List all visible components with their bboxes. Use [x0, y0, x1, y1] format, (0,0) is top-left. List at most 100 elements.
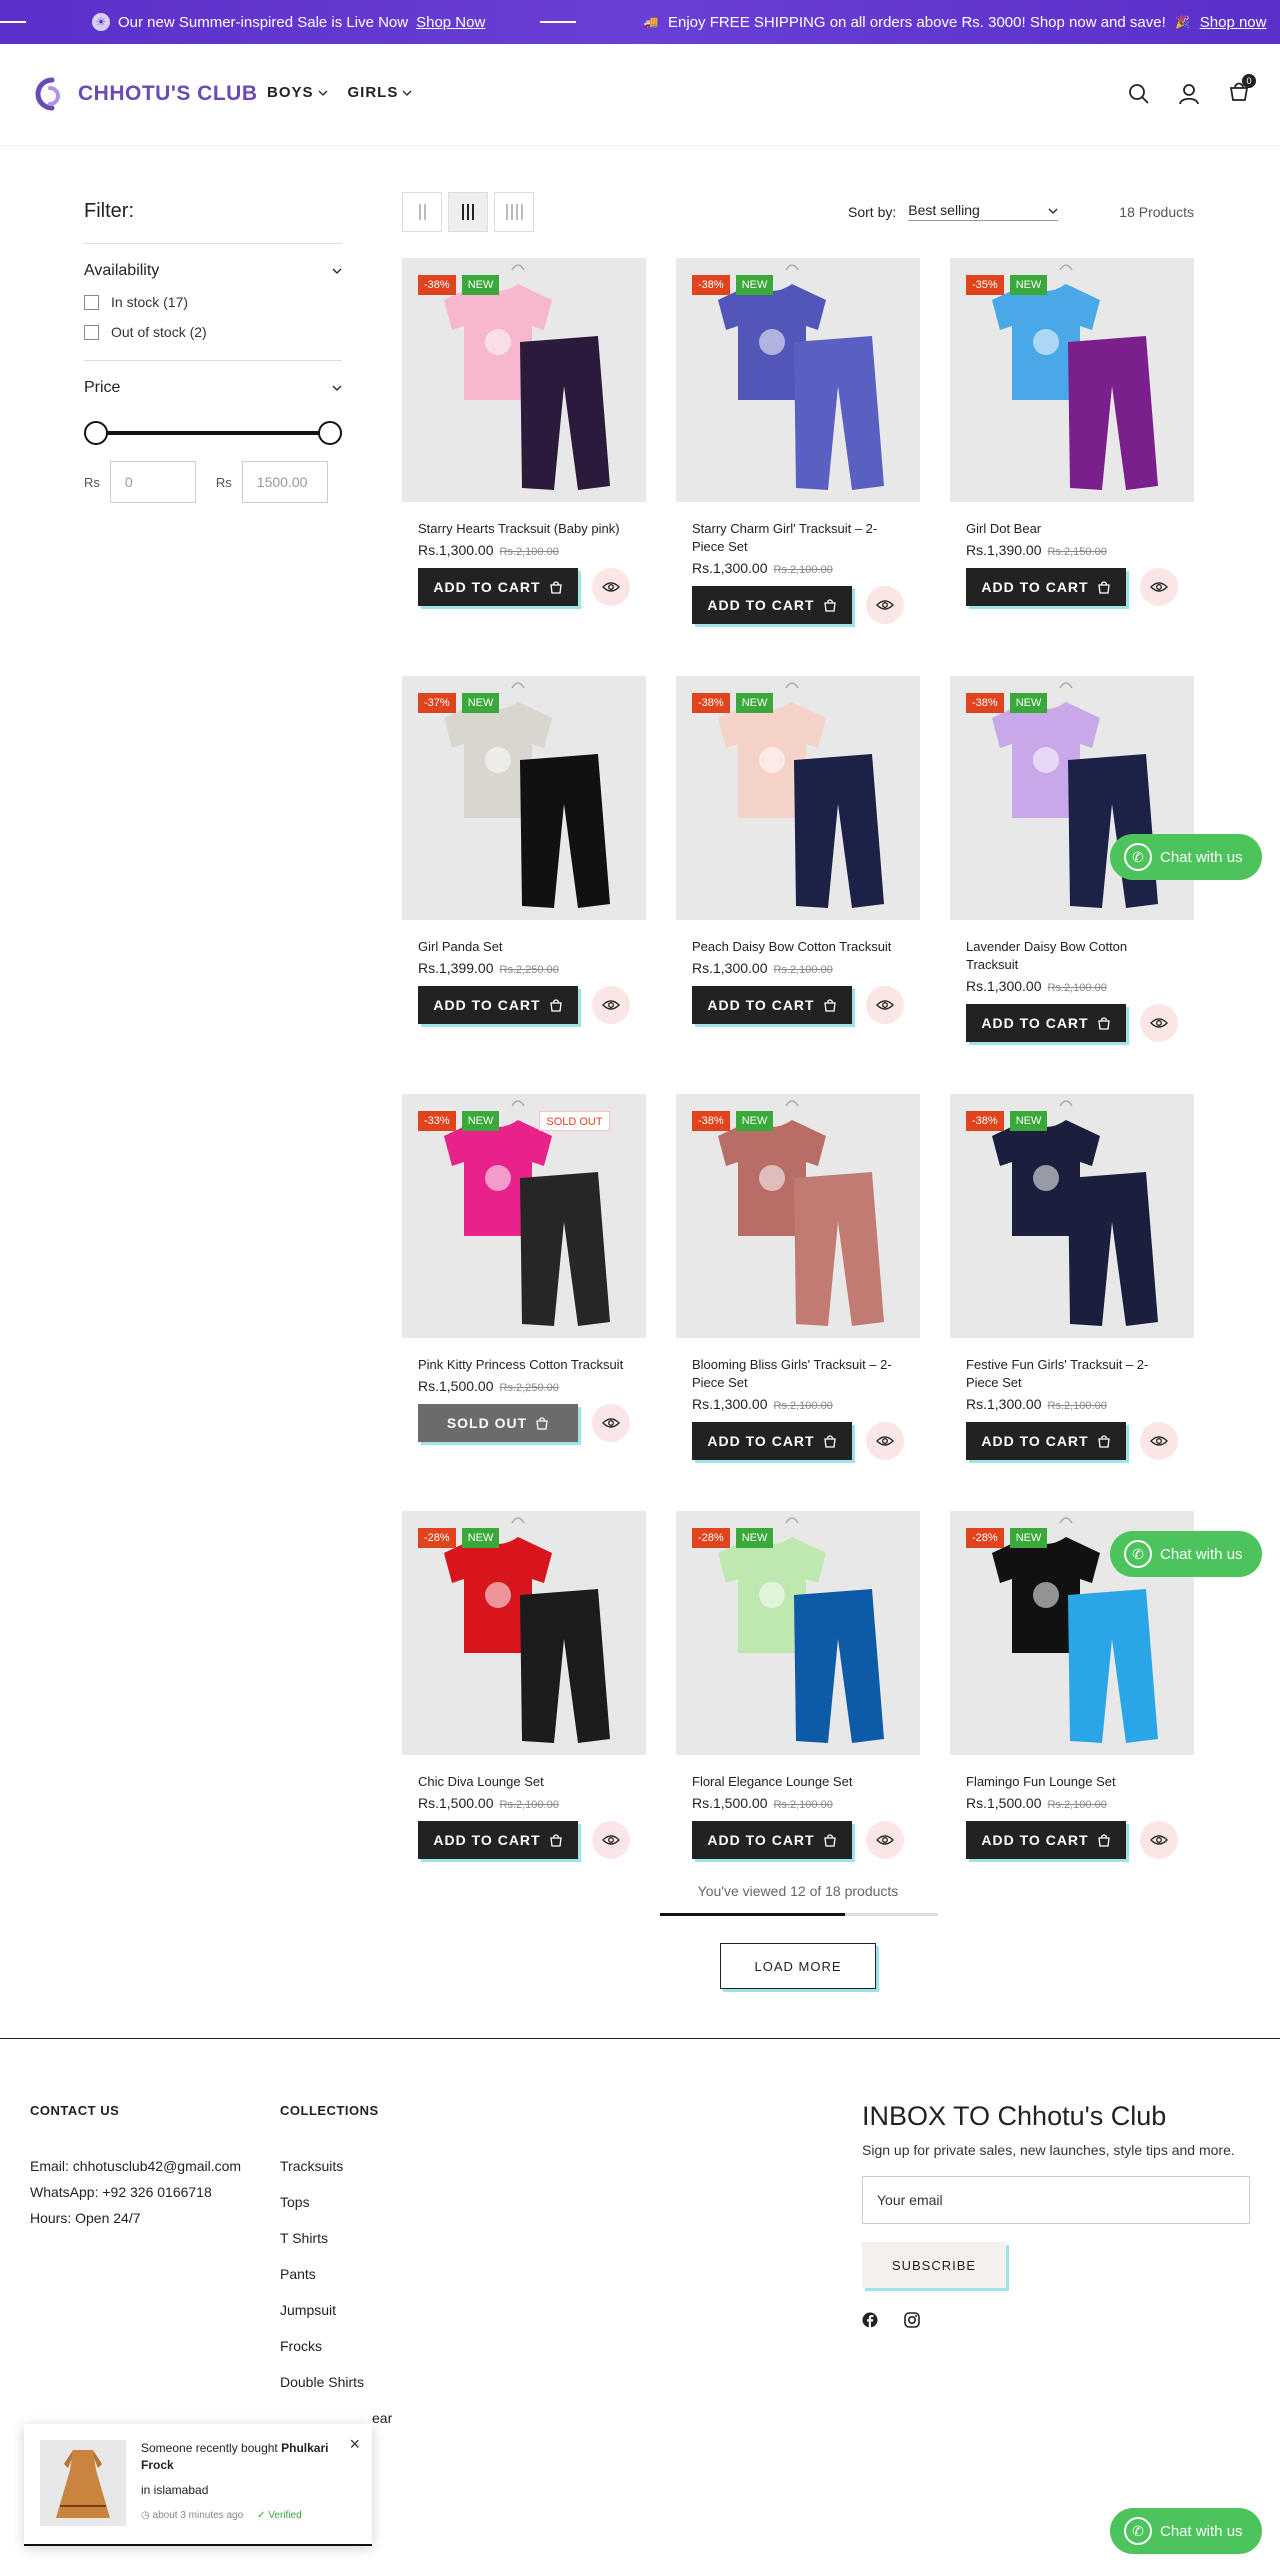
product-title[interactable]: Lavender Daisy Bow Cotton Tracksuit: [950, 938, 1194, 974]
in-stock-checkbox[interactable]: [84, 294, 99, 310]
quick-view-button[interactable]: [1140, 1422, 1178, 1460]
product-card[interactable]: -28% NEW Floral Elegance Lounge Set Rs.1…: [676, 1511, 920, 1859]
product-title[interactable]: Festive Fun Girls' Tracksuit – 2-Piece S…: [950, 1356, 1194, 1392]
view-3-columns-button[interactable]: [448, 192, 488, 232]
add-to-cart-button[interactable]: ADD TO CART: [692, 1821, 852, 1859]
product-image[interactable]: -28% NEW: [676, 1511, 920, 1755]
slider-min-handle[interactable]: [84, 421, 108, 445]
product-card[interactable]: -35% NEW Girl Dot Bear Rs.1,390.00 Rs.2,…: [950, 258, 1194, 606]
product-image[interactable]: -38% NEW: [402, 258, 646, 502]
search-icon[interactable]: [1128, 83, 1150, 105]
product-card[interactable]: -38% NEW Festive Fun Girls' Tracksuit – …: [950, 1094, 1194, 1460]
newsletter-email-input[interactable]: Your email: [862, 2176, 1250, 2224]
out-of-stock-checkbox[interactable]: [84, 324, 99, 340]
quick-view-button[interactable]: [592, 986, 630, 1024]
footer-link-tracksuits[interactable]: Tracksuits: [280, 2158, 392, 2174]
price-range-slider[interactable]: [84, 421, 342, 445]
footer-link-pants[interactable]: Pants: [280, 2266, 392, 2282]
product-title[interactable]: Starry Hearts Tracksuit (Baby pink): [402, 520, 646, 538]
product-title[interactable]: Starry Charm Girl' Tracksuit – 2-Piece S…: [676, 520, 920, 556]
bag-icon: [1097, 1834, 1110, 1847]
add-to-cart-button[interactable]: ADD TO CART: [966, 1821, 1126, 1859]
logo[interactable]: CHHOTU'S CLUB: [30, 74, 257, 114]
view-2-columns-button[interactable]: [402, 192, 442, 232]
add-to-cart-button[interactable]: ADD TO CART: [966, 1004, 1126, 1042]
close-icon[interactable]: ×: [349, 2434, 360, 2455]
product-image[interactable]: -38% NEW: [676, 258, 920, 502]
product-title[interactable]: Chic Diva Lounge Set: [402, 1773, 646, 1791]
nav-item-girls[interactable]: GIRLS: [348, 84, 413, 101]
product-image[interactable]: -38% NEW: [676, 1094, 920, 1338]
add-to-cart-button[interactable]: ADD TO CART: [966, 568, 1126, 606]
product-image[interactable]: -28% NEW: [402, 1511, 646, 1755]
product-card[interactable]: -38% NEW Blooming Bliss Girls' Tracksuit…: [676, 1094, 920, 1460]
product-title[interactable]: Flamingo Fun Lounge Set: [950, 1773, 1194, 1791]
product-title[interactable]: Floral Elegance Lounge Set: [676, 1773, 920, 1791]
out-of-stock-option[interactable]: Out of stock (2): [84, 324, 342, 340]
product-image[interactable]: -35% NEW: [950, 258, 1194, 502]
subscribe-button[interactable]: SUBSCRIBE: [862, 2242, 1006, 2288]
footer-link-tops[interactable]: Tops: [280, 2194, 392, 2210]
footer-link-t-shirts[interactable]: T Shirts: [280, 2230, 392, 2246]
quick-view-button[interactable]: [866, 586, 904, 624]
footer-link-frocks[interactable]: Frocks: [280, 2338, 392, 2354]
product-image[interactable]: -33% NEW SOLD OUT: [402, 1094, 646, 1338]
sort-select[interactable]: Best selling: [908, 202, 1059, 221]
footer-link-jumpsuit[interactable]: Jumpsuit: [280, 2302, 392, 2318]
sold-out-button[interactable]: SOLD OUT: [418, 1404, 578, 1442]
add-to-cart-button[interactable]: ADD TO CART: [692, 1422, 852, 1460]
quick-view-button[interactable]: [592, 1404, 630, 1442]
availability-toggle[interactable]: Availability: [84, 262, 342, 280]
product-card[interactable]: -37% NEW Girl Panda Set Rs.1,399.00 Rs.2…: [402, 676, 646, 1024]
instagram-icon[interactable]: [904, 2312, 920, 2328]
nav-item-boys[interactable]: BOYS: [267, 84, 328, 101]
product-card[interactable]: -28% NEW Chic Diva Lounge Set Rs.1,500.0…: [402, 1511, 646, 1859]
product-image[interactable]: -38% NEW: [950, 676, 1194, 920]
quick-view-button[interactable]: [866, 1821, 904, 1859]
quick-view-button[interactable]: [1140, 1821, 1178, 1859]
shop-now-link-2[interactable]: Shop now: [1200, 14, 1267, 31]
popup-product-image[interactable]: [40, 2440, 126, 2526]
product-image[interactable]: -37% NEW: [402, 676, 646, 920]
price-min-input[interactable]: 0: [109, 461, 196, 503]
view-4-columns-button[interactable]: [494, 192, 534, 232]
add-to-cart-button[interactable]: ADD TO CART: [966, 1422, 1126, 1460]
product-card[interactable]: -38% NEW Starry Hearts Tracksuit (Baby p…: [402, 258, 646, 606]
add-to-cart-button[interactable]: ADD TO CART: [692, 586, 852, 624]
price-max-input[interactable]: 1500.00: [241, 461, 328, 503]
quick-view-button[interactable]: [1140, 1004, 1178, 1042]
chat-with-us-button[interactable]: ✆ Chat with us: [1110, 834, 1262, 880]
product-title[interactable]: Blooming Bliss Girls' Tracksuit – 2-Piec…: [676, 1356, 920, 1392]
product-title[interactable]: Pink Kitty Princess Cotton Tracksuit: [402, 1356, 646, 1374]
product-image[interactable]: -38% NEW: [676, 676, 920, 920]
add-to-cart-button[interactable]: ADD TO CART: [418, 1821, 578, 1859]
contact-email[interactable]: Email: chhotusclub42@gmail.com: [30, 2158, 241, 2174]
account-icon[interactable]: [1178, 83, 1200, 105]
price-toggle[interactable]: Price: [84, 379, 342, 397]
quick-view-button[interactable]: [866, 1422, 904, 1460]
product-card[interactable]: -33% NEW SOLD OUT Pink Kitty Princess Co…: [402, 1094, 646, 1442]
chat-with-us-button[interactable]: ✆ Chat with us: [1110, 1531, 1262, 1577]
add-to-cart-button[interactable]: ADD TO CART: [418, 568, 578, 606]
add-to-cart-button[interactable]: ADD TO CART: [692, 986, 852, 1024]
quick-view-button[interactable]: [592, 1821, 630, 1859]
contact-whatsapp[interactable]: WhatsApp: +92 326 0166718: [30, 2184, 241, 2200]
quick-view-button[interactable]: [592, 568, 630, 606]
product-image[interactable]: -38% NEW: [950, 1094, 1194, 1338]
facebook-icon[interactable]: [862, 2312, 878, 2328]
add-to-cart-button[interactable]: ADD TO CART: [418, 986, 578, 1024]
in-stock-option[interactable]: In stock (17): [84, 294, 342, 310]
product-title[interactable]: Peach Daisy Bow Cotton Tracksuit: [676, 938, 920, 956]
footer-link-double-shirts[interactable]: Double Shirts: [280, 2374, 392, 2390]
product-title[interactable]: Girl Panda Set: [402, 938, 646, 956]
shop-now-link-1[interactable]: Shop Now: [416, 14, 485, 31]
load-more-button[interactable]: LOAD MORE: [720, 1943, 876, 1989]
slider-max-handle[interactable]: [318, 421, 342, 445]
chat-with-us-button[interactable]: ✆ Chat with us: [1110, 2508, 1262, 2554]
product-title[interactable]: Girl Dot Bear: [950, 520, 1194, 538]
quick-view-button[interactable]: [866, 986, 904, 1024]
product-card[interactable]: -38% NEW Peach Daisy Bow Cotton Tracksui…: [676, 676, 920, 1024]
cart-button[interactable]: 0: [1228, 74, 1256, 107]
product-card[interactable]: -38% NEW Starry Charm Girl' Tracksuit – …: [676, 258, 920, 624]
quick-view-button[interactable]: [1140, 568, 1178, 606]
